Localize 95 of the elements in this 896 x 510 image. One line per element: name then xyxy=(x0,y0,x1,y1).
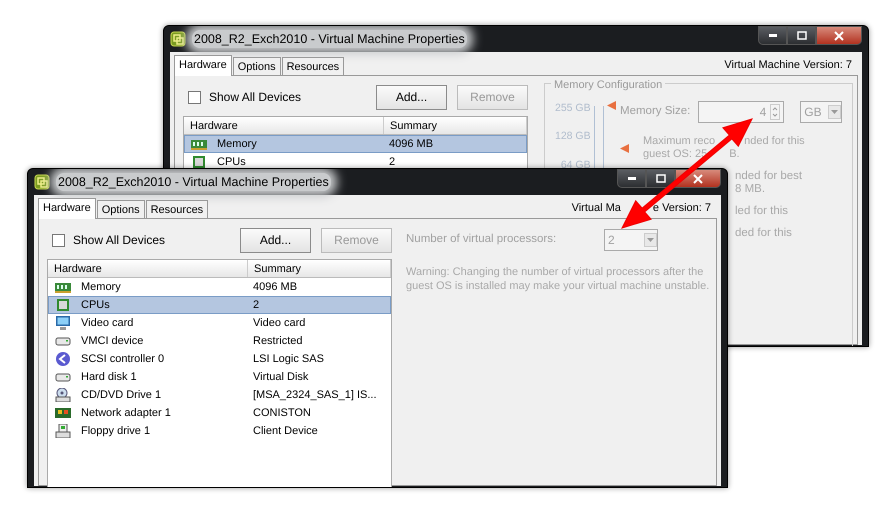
device-name: VMCI device xyxy=(81,334,144,349)
column-header[interactable]: Summary xyxy=(248,260,391,277)
floppy-drive-icon xyxy=(55,424,71,438)
field-label: Number of virtual processors: xyxy=(406,232,558,248)
version-label: Virtual Machine Version: 7 xyxy=(724,58,852,73)
hardware-row[interactable]: SCSI controller 0 LSI Logic SAS xyxy=(48,350,391,368)
field-label: Memory Size: xyxy=(620,104,690,119)
hardware-row[interactable]: CPUs 2 xyxy=(184,153,527,171)
window-title: 2008_R2_Exch2010 - Virtual Machine Properties xyxy=(56,172,331,192)
hardware-row[interactable]: Memory 4096 MB xyxy=(48,278,391,296)
minimize-button[interactable] xyxy=(617,169,646,188)
minimize-icon xyxy=(768,34,776,37)
scale-label: 128 GB xyxy=(555,129,591,144)
close-button[interactable] xyxy=(816,26,862,45)
caret-icon xyxy=(830,110,838,114)
hardware-row[interactable]: CPUs 2 xyxy=(48,296,391,314)
app-logo-icon xyxy=(170,31,186,47)
window-title: 2008_R2_Exch2010 - Virtual Machine Properties xyxy=(192,30,467,48)
add-button[interactable]: Add... xyxy=(376,84,447,110)
version-label: Virtual Ma xyxy=(572,200,621,216)
device-name: Video card xyxy=(81,316,134,331)
device-name: SCSI controller 0 xyxy=(81,352,164,367)
tab[interactable]: Resources xyxy=(282,57,344,75)
device-name: CPUs xyxy=(81,298,110,313)
maximize-button[interactable] xyxy=(787,26,816,45)
device-summary: Video card xyxy=(252,316,306,331)
checkbox[interactable] xyxy=(188,90,201,104)
recommendation-note: led for this xyxy=(735,204,790,218)
device-name: Floppy drive 1 xyxy=(81,424,150,439)
recommendation-note: nded for this xyxy=(744,134,805,148)
hardware-row[interactable]: Video card Video card xyxy=(48,314,391,332)
tab[interactable]: Options xyxy=(232,57,281,75)
app-logo-icon xyxy=(34,174,50,190)
device-summary: Virtual Disk xyxy=(252,370,308,385)
disc-drive-icon xyxy=(55,388,71,402)
tab[interactable]: Resources xyxy=(146,200,208,218)
network-card-icon xyxy=(55,406,71,420)
device-summary: 4096 MB xyxy=(388,136,434,152)
minimize-button[interactable] xyxy=(758,26,787,45)
add-button[interactable]: Add... xyxy=(240,228,311,252)
device-summary: 2 xyxy=(252,298,260,313)
hardware-row[interactable]: Memory 4096 MB xyxy=(184,135,527,153)
hardware-row[interactable]: Network adapter 1 CONISTON xyxy=(48,404,391,422)
device-summary: LSI Logic SAS xyxy=(252,352,324,367)
close-icon xyxy=(834,30,844,40)
warning-text: Warning: Changing the number of virtual processors after the guest OS is installed may make your virtual machine unstable. xyxy=(406,265,710,293)
device-summary: CONISTON xyxy=(252,406,311,421)
checkbox-label: Show All Devices xyxy=(209,89,302,106)
minimize-icon xyxy=(628,177,636,180)
recommendation-note: ded for this xyxy=(735,226,793,240)
triangle-marker-icon xyxy=(620,144,629,152)
memory-chip-icon xyxy=(55,280,71,294)
column-header[interactable]: Hardware xyxy=(48,260,248,277)
device-name: Memory xyxy=(81,280,121,295)
device-summary: 2 xyxy=(388,154,396,170)
maximize-icon xyxy=(796,30,806,40)
device-summary: Restricted xyxy=(252,334,303,349)
tab[interactable]: Hardware xyxy=(38,198,96,219)
group-title: Memory Configuration xyxy=(551,79,666,91)
device-summary: [MSA_2324_SAS_1] IS... xyxy=(252,388,377,403)
spinner-icon xyxy=(770,104,780,120)
hardware-row[interactable]: Floppy drive 1 Client Device xyxy=(48,422,391,440)
memory-chip-icon xyxy=(191,137,207,151)
maximize-icon xyxy=(656,174,666,184)
round-controller-icon xyxy=(55,352,71,366)
close-icon xyxy=(693,174,703,184)
recommendation-note: B. xyxy=(729,148,740,160)
device-name: Memory xyxy=(217,136,257,152)
triangle-marker-icon xyxy=(606,100,616,110)
device-summary: Client Device xyxy=(252,424,318,439)
hardware-row[interactable]: CD/DVD Drive 1 [MSA_2324_SAS_1] IS... xyxy=(48,386,391,404)
recommendation-note: nded for best xyxy=(735,170,804,182)
version-label: e Version: 7 xyxy=(652,200,711,216)
hardware-row[interactable]: VMCI device Restricted xyxy=(48,332,391,350)
caret-icon xyxy=(647,238,654,242)
device-name: Network adapter 1 xyxy=(81,406,171,421)
scale-label: 64 GB xyxy=(560,158,591,173)
hardware-row[interactable]: Hard disk 1 Virtual Disk xyxy=(48,368,391,386)
processor-chip-icon xyxy=(55,298,71,312)
tab[interactable]: Hardware xyxy=(174,55,232,76)
device-name: CD/DVD Drive 1 xyxy=(81,388,162,403)
recommendation-note: Maximum reco xyxy=(643,134,716,148)
scale-label: 255 GB xyxy=(555,100,591,116)
tab[interactable]: Options xyxy=(96,200,145,218)
checkbox[interactable] xyxy=(52,234,65,246)
device-name: CPUs xyxy=(217,154,246,170)
processor-chip-icon xyxy=(191,155,207,169)
column-header[interactable]: Summary xyxy=(384,117,527,134)
column-header[interactable]: Hardware xyxy=(184,117,384,134)
monitor-icon xyxy=(55,316,71,330)
maximize-button[interactable] xyxy=(646,169,675,188)
device-name: Hard disk 1 xyxy=(81,370,137,385)
recommendation-note: 8 MB. xyxy=(735,182,766,196)
device-summary: 4096 MB xyxy=(252,280,298,295)
checkbox-label: Show All Devices xyxy=(73,232,166,249)
